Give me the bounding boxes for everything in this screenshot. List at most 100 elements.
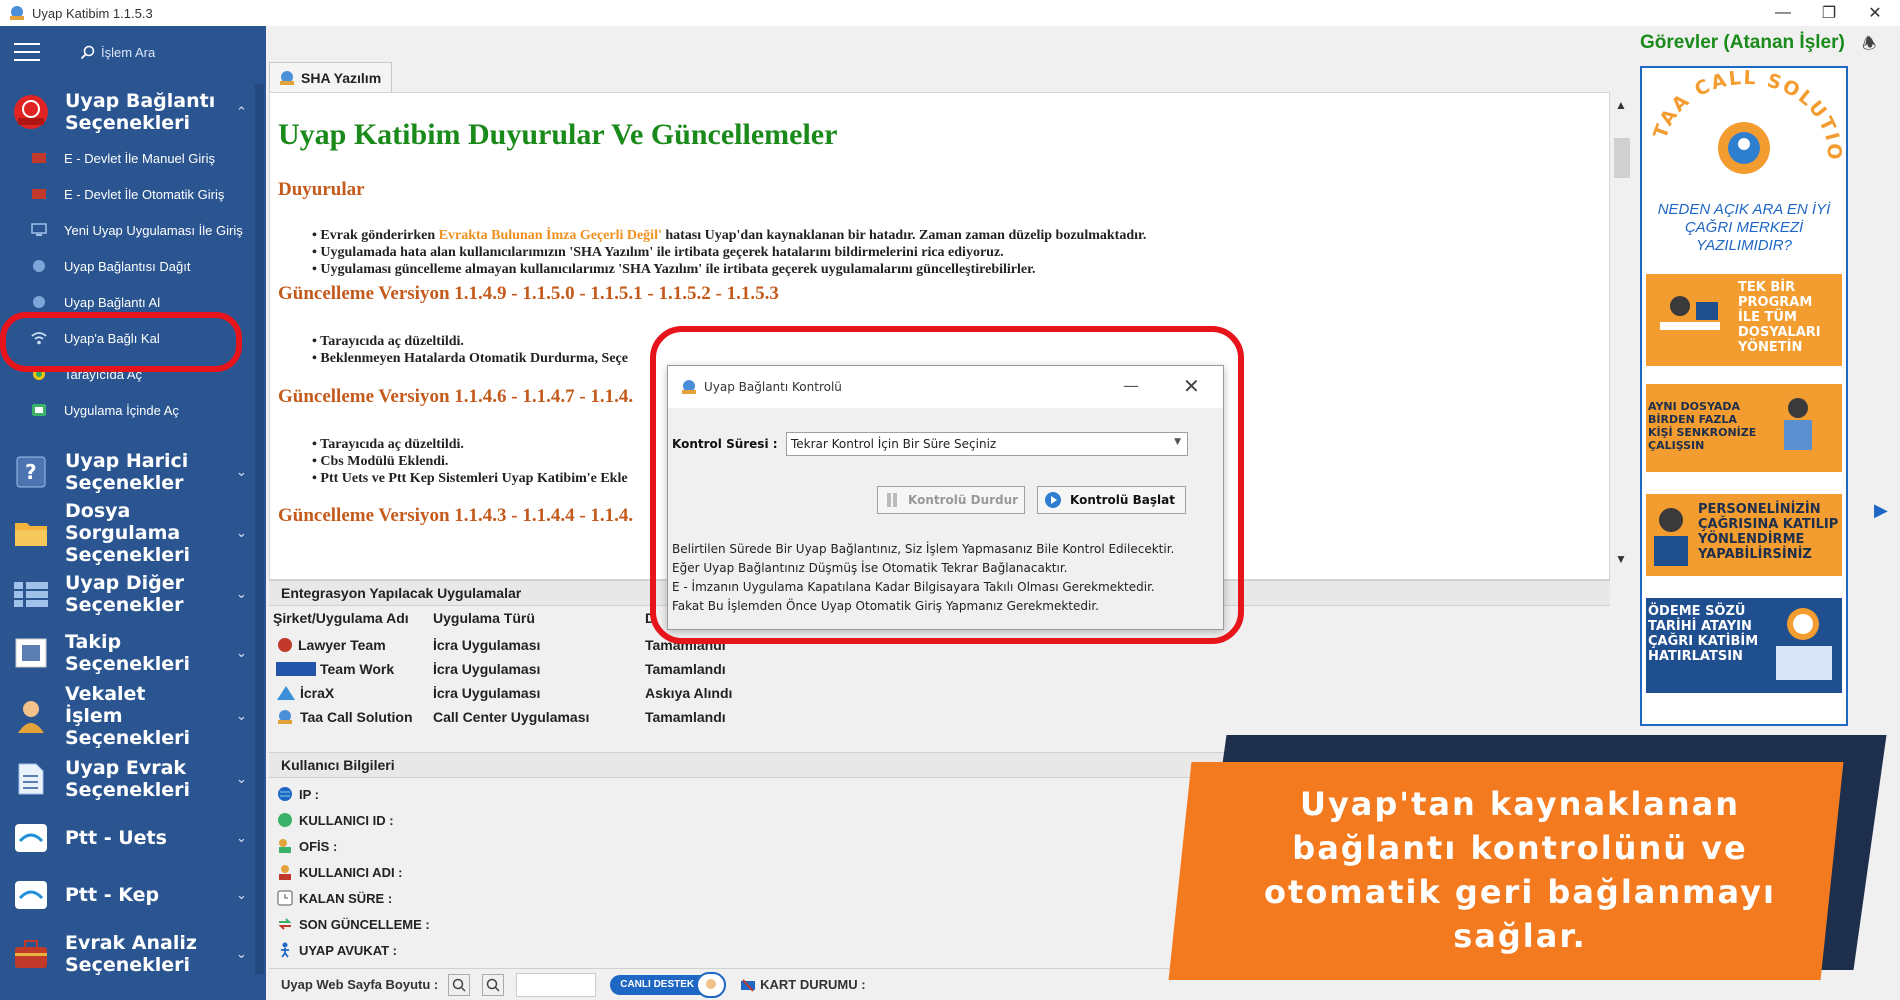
sidebar-group-uyap-baglanti[interactable]: Uyap Bağlantı Seçenekleri ⌃ bbox=[0, 84, 255, 140]
sidebar-item-baglanti-dagit[interactable]: Uyap Bağlantısı Dağıt bbox=[0, 248, 255, 284]
sha-logo-icon bbox=[280, 70, 294, 85]
zoom-in-button[interactable] bbox=[448, 973, 471, 996]
highlight-ring-sidebar bbox=[0, 312, 242, 372]
caption-text: Uyap'tan kaynaklanan bağlantı kontrolünü… bbox=[1264, 785, 1776, 955]
maximize-button[interactable]: ❐ bbox=[1806, 0, 1852, 26]
update-heading: Güncelleme Versiyon 1.1.4.3 - 1.1.4.4 - … bbox=[278, 505, 634, 526]
search-icon bbox=[80, 45, 95, 59]
ad-block-4: ÖDEME SÖZÜ TARİHİ ATAYIN ÇAĞRI KATİBİM H… bbox=[1646, 598, 1842, 693]
sidebar-group-label: Uyap Harici Seçenekler bbox=[65, 450, 189, 494]
table-row[interactable]: İcraX bbox=[276, 685, 334, 701]
panel-expand-icon[interactable]: ▶ bbox=[1874, 500, 1888, 521]
chevron-down-icon: ⌄ bbox=[236, 830, 247, 845]
sidebar-group-dosya-sorgulama[interactable]: Dosya Sorgulama Seçenekleri ⌄ bbox=[0, 500, 255, 566]
sidebar-group-uyap-diger[interactable]: Uyap Diğer Seçenekler ⌄ bbox=[0, 565, 255, 623]
update-item: Ptt Uets ve Ptt Kep Sistemleri Uyap Kati… bbox=[312, 470, 627, 487]
sidebar-group-label: Uyap Diğer Seçenekler bbox=[65, 572, 184, 616]
scroll-down-icon[interactable]: ▼ bbox=[1615, 552, 1627, 566]
chevron-down-icon: ⌄ bbox=[236, 525, 247, 540]
sidebar-item-label: Uyap Bağlantısı Dağıt bbox=[64, 258, 191, 274]
ptt-icon bbox=[12, 876, 50, 914]
table-cell: İcra Uygulaması bbox=[433, 661, 541, 677]
person-icon bbox=[12, 697, 50, 735]
sidebar-item-uygulama-icinde-ac[interactable]: Uygulama İçinde Aç bbox=[0, 392, 255, 428]
sidebar-group-label: Evrak Analiz Seçenekleri bbox=[65, 932, 197, 976]
taa-call-brand-logo: TAA CALL SOLUTION bbox=[1642, 68, 1843, 174]
sidebar-group-uyap-harici[interactable]: ? Uyap Harici Seçenekler ⌄ bbox=[0, 443, 255, 501]
svg-text:?: ? bbox=[25, 460, 37, 484]
team-icon bbox=[1784, 398, 1812, 450]
zoom-in-icon bbox=[452, 978, 466, 992]
sidebar-group-ptt-uets[interactable]: Ptt - Uets ⌄ bbox=[0, 816, 255, 860]
minimize-button[interactable]: — bbox=[1760, 0, 1806, 26]
sidebar-item-edevlet-manuel[interactable]: E - Devlet İle Manuel Giriş bbox=[0, 140, 255, 176]
tab-label: SHA Yazılım bbox=[301, 69, 382, 86]
scroll-thumb[interactable] bbox=[1614, 138, 1630, 178]
chevron-down-icon: ⌄ bbox=[236, 771, 247, 786]
column-header: Uygulama Türü bbox=[433, 610, 535, 626]
sidebar-group-takip[interactable]: Takip Seçenekleri ⌄ bbox=[0, 631, 255, 675]
icrax-logo-icon bbox=[277, 686, 295, 700]
announcement-item: Uygulamada hata alan kullanıcılarımızın … bbox=[312, 244, 1146, 261]
card-icon bbox=[741, 978, 756, 992]
hamburger-menu-icon[interactable] bbox=[14, 43, 40, 61]
sidebar-scrollbar[interactable] bbox=[255, 84, 264, 974]
uyap-lawyer-field: UYAP AVUKAT : bbox=[276, 941, 397, 959]
table-row[interactable]: Team Work bbox=[276, 661, 394, 677]
folder-icon bbox=[12, 514, 50, 552]
update-item: Cbs Modülü Eklendi. bbox=[312, 453, 628, 470]
chevron-down-icon: ⌄ bbox=[236, 946, 247, 961]
ad-question: NEDEN AÇIK ARA EN İYİ ÇAĞRI MERKEZİ YAZI… bbox=[1657, 201, 1831, 254]
table-row[interactable]: Lawyer Team bbox=[276, 637, 386, 653]
update-list: Tarayıcıda aç düzeltildi. Beklenmeyen Ha… bbox=[312, 333, 628, 367]
bell-icon[interactable]: 🕭 bbox=[1862, 33, 1876, 60]
sidebar-group-label: Ptt - Uets bbox=[65, 827, 167, 849]
search-input[interactable]: İşlem Ara bbox=[80, 45, 155, 60]
close-button[interactable]: ✕ bbox=[1852, 0, 1898, 26]
receive-icon bbox=[30, 293, 48, 311]
sidebar-group-ptt-kep[interactable]: Ptt - Kep ⌄ bbox=[0, 873, 255, 917]
minimize-icon: — bbox=[1775, 4, 1791, 21]
sidebar-item-yeni-uyap[interactable]: Yeni Uyap Uygulaması İle Giriş bbox=[0, 212, 255, 248]
chevron-down-icon: ⌄ bbox=[236, 887, 247, 902]
table-cell: Tamamlandı bbox=[645, 661, 726, 677]
advertisement-panel[interactable]: TAA CALL SOLUTION NEDEN AÇIK ARA EN İYİ … bbox=[1640, 66, 1848, 726]
page-size-field[interactable] bbox=[516, 972, 597, 997]
restore-icon: ❐ bbox=[1821, 5, 1837, 22]
chevron-down-icon: ⌄ bbox=[236, 464, 247, 479]
globe-icon bbox=[276, 785, 294, 803]
page-title: Uyap Katibim Duyurular Ve Güncellemeler bbox=[278, 118, 838, 151]
chevron-down-icon: ⌄ bbox=[236, 708, 247, 723]
chevron-down-icon: ⌄ bbox=[236, 645, 247, 660]
update-heading: Güncelleme Versiyon 1.1.4.6 - 1.1.4.7 - … bbox=[278, 386, 634, 407]
ip-field: IP : bbox=[276, 785, 319, 803]
question-icon: ? bbox=[12, 453, 50, 491]
table-row[interactable]: Taa Call Solution bbox=[276, 709, 413, 725]
sidebar-group-uyap-evrak[interactable]: Uyap Evrak Seçenekleri ⌄ bbox=[0, 750, 255, 808]
last-update-field: SON GÜNCELLEME : bbox=[276, 915, 430, 933]
content-scrollbar[interactable]: ▲ ▼ bbox=[1612, 92, 1632, 580]
ad-block-3: PERSONELİNİZİN ÇAĞRISINA KATILIP YÖNLEND… bbox=[1646, 494, 1842, 576]
sidebar-group-label: Dosya Sorgulama Seçenekleri bbox=[65, 500, 191, 566]
status-dot-icon bbox=[276, 811, 294, 829]
sidebar-group-evrak-analiz[interactable]: Evrak Analiz Seçenekleri ⌄ bbox=[0, 925, 255, 983]
lawyer-team-logo-icon bbox=[278, 638, 292, 652]
column-header: Şirket/Uygulama Adı bbox=[273, 610, 409, 626]
ptt-icon bbox=[12, 819, 50, 857]
tasks-panel-title: Görevler (Atanan İşler) bbox=[1640, 32, 1845, 53]
zoom-out-button[interactable] bbox=[482, 973, 505, 996]
grid-list-icon bbox=[12, 575, 50, 613]
sidebar-item-label: Uygulama İçinde Aç bbox=[64, 402, 179, 418]
scroll-up-icon[interactable]: ▲ bbox=[1615, 98, 1627, 112]
update-item: Tarayıcıda aç düzeltildi. bbox=[312, 333, 628, 350]
title-bar: Uyap Katibim 1.1.5.3 — ❐ ✕ bbox=[0, 0, 1900, 26]
user-icon bbox=[276, 863, 294, 881]
sidebar-item-edevlet-otomatik[interactable]: E - Devlet İle Otomatik Giriş bbox=[0, 176, 255, 212]
update-list: Tarayıcıda aç düzeltildi. Cbs Modülü Ekl… bbox=[312, 436, 628, 487]
announcements-list: Evrak gönderirken Evrakta Bulunan İmza G… bbox=[312, 227, 1146, 278]
uyap-logo-icon bbox=[12, 93, 50, 131]
update-item: Beklenmeyen Hatalarda Otomatik Durdurma,… bbox=[312, 350, 628, 367]
sidebar-group-vekalet[interactable]: Vekalet İşlem Seçenekleri ⌄ bbox=[0, 683, 255, 749]
tab-sha-yazilim[interactable]: SHA Yazılım bbox=[269, 62, 392, 92]
team-work-logo-icon bbox=[276, 662, 316, 676]
